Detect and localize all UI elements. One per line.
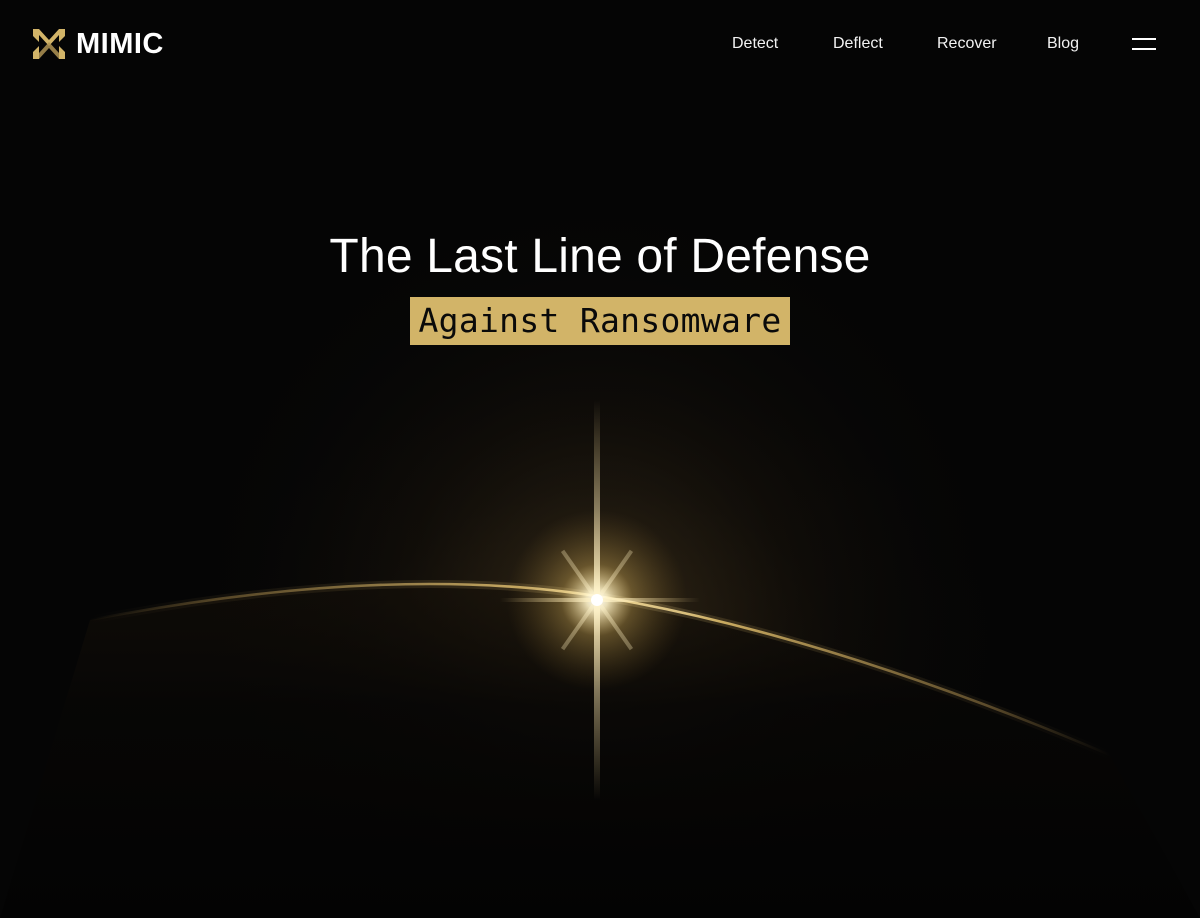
nav-link-detect[interactable]: Detect — [732, 32, 778, 56]
hero-subtitle-container: Against Ransomware — [0, 297, 1200, 345]
hero-subtitle-highlight: Against Ransomware — [410, 297, 790, 345]
menu-button[interactable] — [1128, 33, 1160, 55]
hero-title: The Last Line of Defense — [329, 230, 871, 283]
nav-link-deflect[interactable]: Deflect — [833, 32, 883, 56]
site-header: MIMIC Detect Deflect Recover Blog — [0, 0, 1200, 90]
horizon-flare-graphic — [0, 0, 1200, 918]
page: MIMIC Detect Deflect Recover Blog The La… — [0, 0, 1200, 918]
main-nav: Detect Deflect Recover Blog — [0, 32, 1200, 56]
nav-link-recover[interactable]: Recover — [937, 32, 997, 56]
nav-link-blog[interactable]: Blog — [1047, 32, 1079, 56]
